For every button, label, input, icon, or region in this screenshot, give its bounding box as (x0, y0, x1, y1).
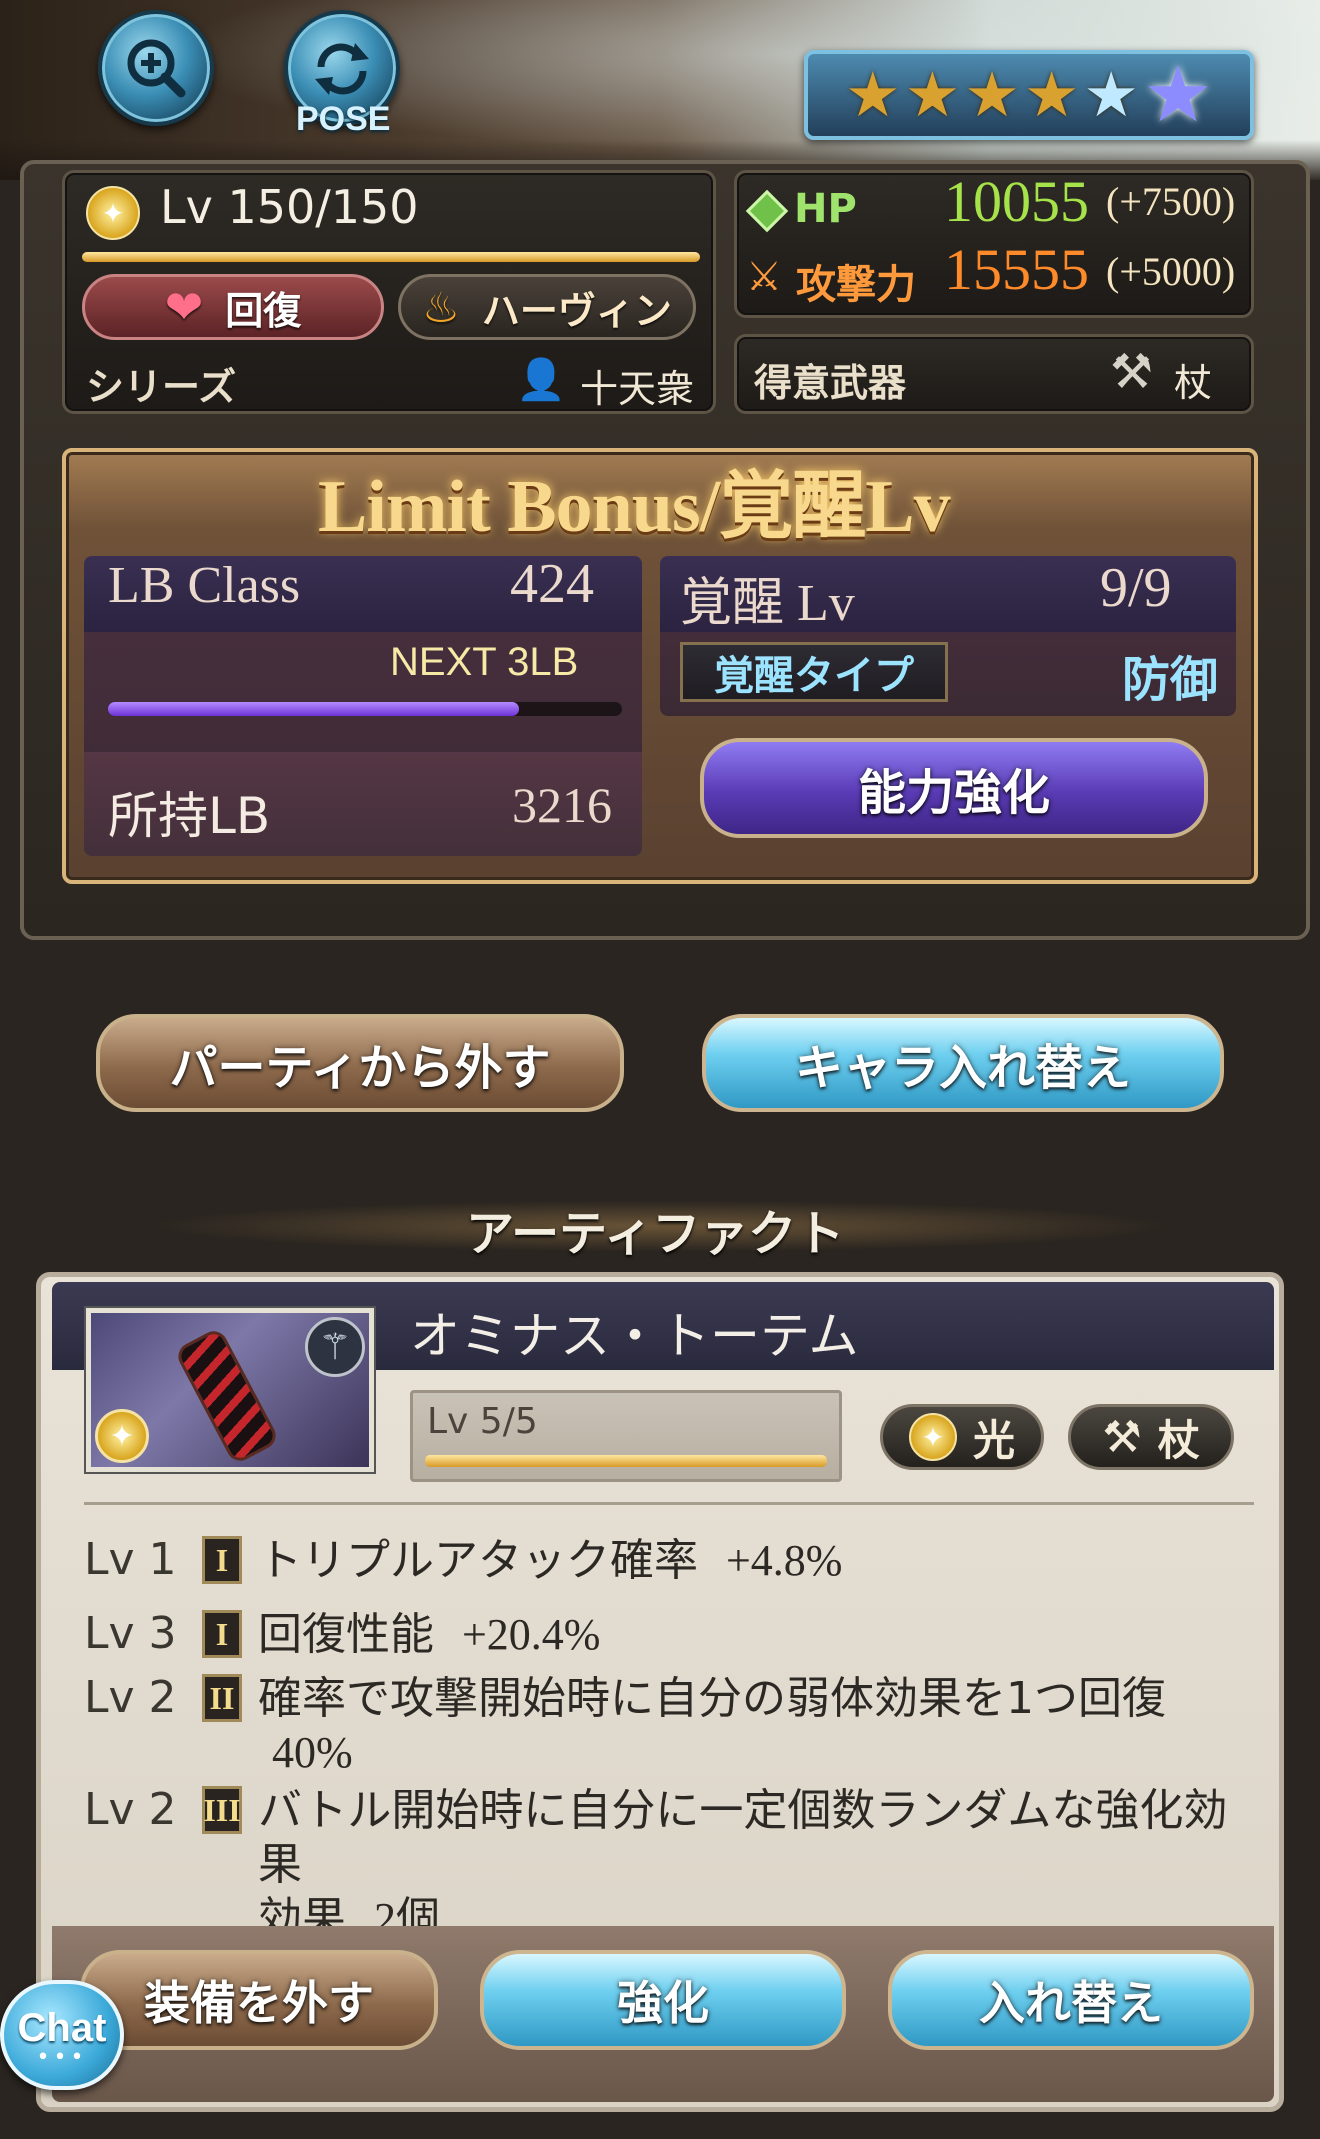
skill-level: Lv 1 (84, 1534, 177, 1585)
staff-icon: ⚒ (1110, 344, 1154, 400)
star-icon: ★ (845, 58, 901, 131)
skill-description: 確率で攻撃開始時に自分の弱体効果を1つ回復 40% (258, 1673, 1166, 1777)
lb-progress-track (108, 702, 622, 716)
artifact-level-bar (425, 1455, 827, 1467)
skill-row: Lv 2 III バトル開始時に自分に一定個数ランダムな強化効果 効果 2個 (84, 1784, 1254, 1944)
lb-progress-fill (108, 702, 520, 716)
heal-label: 回復 (225, 288, 302, 333)
hooded-figure-icon: 👤 (516, 357, 566, 403)
element-badge: ✦ 光 (880, 1404, 1044, 1470)
attack-value: 15555 (944, 237, 1089, 302)
owned-lb-label: 所持LB (108, 787, 271, 845)
artifact-level-box: Lv 5/5 (410, 1390, 842, 1482)
race-badge: ♨ ハーヴィン (398, 274, 696, 340)
weapon-type-badge: ⚒ 杖 (1068, 1404, 1234, 1470)
artifact-skill-list: Lv 1 I トリプルアタック確率 +4.8% Lv 3 I 回復性能 +20.… (84, 1534, 1254, 1944)
skill-level: Lv 2 (84, 1672, 177, 1723)
dots-icon: ••• (36, 2044, 88, 2070)
chat-button[interactable]: Chat ••• (0, 1980, 124, 2090)
skill-tier-badge: III (202, 1786, 242, 1834)
divider (84, 1502, 1254, 1505)
pose-label: POSE (296, 100, 391, 138)
light-element-icon: ✦ (908, 1413, 957, 1461)
swap-character-button[interactable]: キャラ入れ替え (702, 1014, 1224, 1112)
series-label: シリーズ (86, 365, 237, 409)
star-icon: ★ (1083, 58, 1140, 131)
specialty-heal-badge: ❤ 回復 (82, 274, 384, 340)
rarity-stars: ★ ★ ★ ★ ★ ★ (804, 50, 1254, 140)
race-label: ハーヴィン (481, 288, 672, 333)
star-icon: ★ (964, 58, 1020, 131)
skill-description: バトル開始時に自分に一定個数ランダムな強化効果 効果 2個 (258, 1785, 1228, 1944)
character-level: Lv 150/150 (160, 180, 419, 234)
hp-bonus: (+7500) (1106, 179, 1236, 224)
attack-bonus: (+5000) (1106, 249, 1236, 294)
star-icon: ★ (1023, 58, 1080, 131)
skill-tier-badge: I (202, 1610, 242, 1658)
next-lb-label: NEXT 3LB (390, 640, 579, 684)
artifact-section-title: アーティファクト (466, 1206, 845, 1262)
light-element-icon: ✦ (95, 1409, 149, 1463)
lamp-icon: ♨ (422, 282, 460, 332)
awaken-label: 覚醒 Lv (680, 575, 855, 632)
artifact-level: Lv 5/5 (427, 1401, 538, 1442)
skill-tier-badge: II (202, 1674, 242, 1722)
skill-row: Lv 1 I トリプルアタック確率 +4.8% (84, 1534, 1254, 1608)
staff-icon: ⚒ (1102, 1411, 1142, 1463)
weapon-label: 得意武器 (754, 361, 907, 405)
weapon-value: 杖 (1174, 361, 1213, 405)
hp-value: 10055 (944, 169, 1089, 234)
series-value: 十天衆 (580, 367, 695, 411)
lb-class-label: LB Class (108, 557, 301, 614)
skill-row: Lv 3 I 回復性能 +20.4% (84, 1608, 1254, 1672)
skill-description: 回復性能 +20.4% (258, 1609, 601, 1660)
hp-label: HP (794, 186, 857, 232)
skill-level: Lv 2 (84, 1784, 177, 1835)
rotate-icon (315, 43, 369, 95)
attack-label: 攻撃力 (796, 262, 916, 308)
awaken-type-label: 覚醒タイプ (680, 642, 948, 702)
awaken-value: 9/9 (1100, 557, 1172, 619)
element-label: 光 (972, 1415, 1015, 1465)
skill-tier-badge: I (202, 1536, 242, 1584)
owned-lb-value: 3216 (512, 777, 612, 833)
enhance-artifact-button[interactable]: 強化 (480, 1950, 846, 2050)
weapon-type-label: 杖 (1157, 1415, 1200, 1465)
swap-artifact-button[interactable]: 入れ替え (888, 1950, 1254, 2050)
unequip-button[interactable]: 装備を外す (80, 1950, 438, 2050)
chat-label: Chat (17, 2005, 107, 2050)
heart-icon: ❤ (164, 280, 204, 334)
skill-row: Lv 2 II 確率で攻撃開始時に自分の弱体効果を1つ回復 40% (84, 1672, 1254, 1784)
remove-from-party-button[interactable]: パーティから外す (96, 1014, 624, 1112)
star-icon: ★ (904, 58, 961, 131)
sword-icon: ⚔ (746, 254, 782, 300)
level-bar (82, 252, 700, 262)
light-element-icon: ✦ (86, 186, 140, 240)
skill-description: トリプルアタック確率 +4.8% (258, 1535, 843, 1586)
totem-image (173, 1326, 281, 1466)
enhance-ability-button[interactable]: 能力強化 (700, 738, 1208, 838)
awaken-type-value: 防御 (1122, 652, 1219, 708)
zoom-in-icon (127, 39, 186, 98)
skill-level: Lv 3 (84, 1608, 177, 1659)
staff-icon: ⚚ (305, 1317, 365, 1377)
artifact-name: オミナス・トーテム (410, 1307, 859, 1365)
lb-class-value: 424 (510, 553, 594, 615)
zoom-button[interactable] (98, 10, 214, 126)
max-star-icon: ★ (1143, 50, 1213, 140)
artifact-thumbnail[interactable]: ⚚ ✦ (86, 1308, 374, 1472)
limit-bonus-title: Limit Bonus/覚醒Lv (318, 466, 951, 548)
